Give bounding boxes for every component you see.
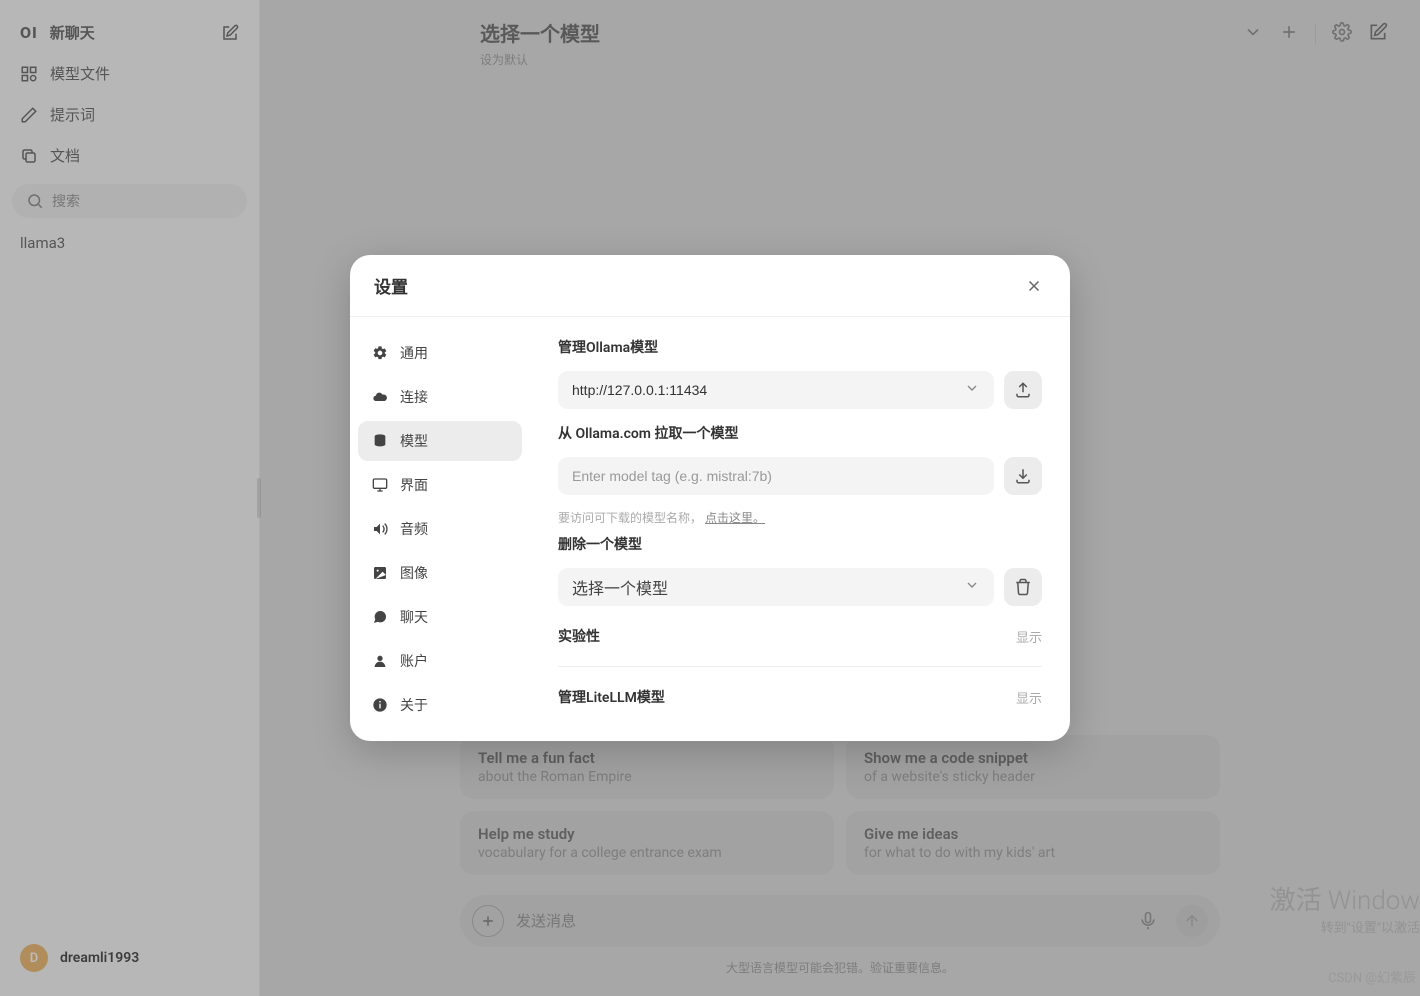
delete-select-placeholder: 选择一个模型 (572, 575, 964, 599)
modal-overlay[interactable]: 设置 通用 连接 模型 界 (0, 0, 1420, 996)
settings-tab-image[interactable]: 图像 (358, 553, 522, 593)
hint-link[interactable]: 点击这里。 (705, 511, 765, 525)
delete-model-label: 删除一个模型 (558, 534, 1042, 554)
nav-label: 聊天 (400, 607, 428, 627)
pull-model-field[interactable] (558, 457, 994, 495)
nav-label: 音频 (400, 519, 428, 539)
nav-label: 通用 (400, 343, 428, 363)
settings-tab-interface[interactable]: 界面 (358, 465, 522, 505)
nav-label: 界面 (400, 475, 428, 495)
delete-model-select[interactable]: 选择一个模型 (558, 568, 994, 606)
gear-icon (372, 345, 388, 361)
nav-label: 账户 (400, 651, 428, 671)
user-icon (372, 653, 388, 669)
monitor-icon (372, 477, 388, 493)
manage-ollama-label: 管理Ollama模型 (558, 337, 1042, 357)
nav-label: 连接 (400, 387, 428, 407)
settings-tab-models[interactable]: 模型 (358, 421, 522, 461)
experimental-label: 实验性 (558, 626, 600, 646)
ollama-url-select[interactable] (558, 371, 994, 409)
pull-hint: 要访问可下载的模型名称， 点击这里。 (558, 509, 1042, 526)
nav-label: 图像 (400, 563, 428, 583)
upload-button[interactable] (1004, 371, 1042, 409)
divider (558, 666, 1042, 667)
settings-tab-account[interactable]: 账户 (358, 641, 522, 681)
cloud-icon (372, 389, 388, 405)
pull-model-label: 从 Ollama.com 拉取一个模型 (558, 423, 1042, 443)
settings-tab-audio[interactable]: 音频 (358, 509, 522, 549)
message-icon (372, 609, 388, 625)
settings-pane: 管理Ollama模型 从 Ollama.com 拉取一个模型 (530, 317, 1070, 741)
database-icon (372, 433, 388, 449)
settings-tab-general[interactable]: 通用 (358, 333, 522, 373)
settings-tab-about[interactable]: 关于 (358, 685, 522, 725)
nav-label: 关于 (400, 695, 428, 715)
close-button[interactable] (1022, 274, 1046, 298)
manage-litellm-label: 管理LiteLLM模型 (558, 687, 665, 707)
settings-modal: 设置 通用 连接 模型 界 (350, 255, 1070, 741)
show-litellm-button[interactable]: 显示 (1016, 688, 1042, 707)
settings-tab-connection[interactable]: 连接 (358, 377, 522, 417)
chevron-down-icon (964, 380, 980, 400)
info-icon (372, 697, 388, 713)
image-icon (372, 565, 388, 581)
ollama-url-input[interactable] (572, 382, 964, 398)
show-experimental-button[interactable]: 显示 (1016, 627, 1042, 646)
volume-icon (372, 521, 388, 537)
chevron-down-icon (964, 577, 980, 597)
modal-title: 设置 (374, 273, 408, 298)
delete-button[interactable] (1004, 568, 1042, 606)
pull-model-input[interactable] (572, 468, 980, 484)
nav-label: 模型 (400, 431, 428, 451)
settings-tab-chat[interactable]: 聊天 (358, 597, 522, 637)
download-button[interactable] (1004, 457, 1042, 495)
settings-nav: 通用 连接 模型 界面 音频 (350, 317, 530, 741)
